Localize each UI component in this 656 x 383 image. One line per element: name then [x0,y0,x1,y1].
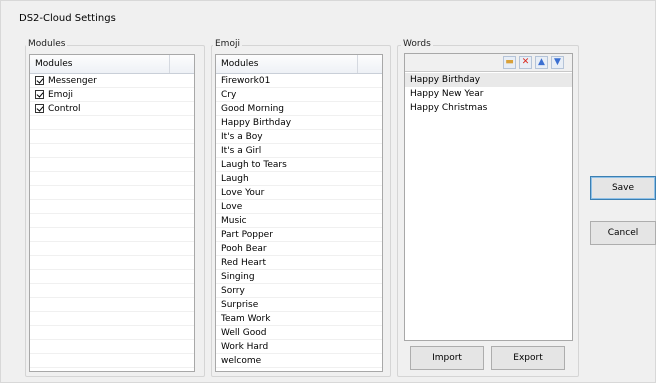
emoji-item[interactable]: Team Work [216,312,382,326]
import-button[interactable]: Import [410,346,484,370]
emoji-group-label: Emoji [213,39,242,49]
settings-window: DS2-Cloud Settings Modules Modules Messe… [0,0,656,383]
empty-row [30,298,194,312]
delete-icon[interactable]: ✕ [519,56,532,69]
emoji-item[interactable]: Laugh to Tears [216,158,382,172]
empty-row [30,116,194,130]
modules-group-label: Modules [26,39,68,49]
emoji-list-header: Modules [216,55,382,74]
empty-row [30,340,194,354]
delete-icon-glyph: ✕ [521,57,530,67]
emoji-rows: Firework01 Cry Good Morning Happy Birthday I… [216,74,382,371]
emoji-item[interactable]: welcome [216,354,382,368]
emoji-item[interactable]: Happy Birthday [216,116,382,130]
empty-row [30,214,194,228]
modules-column-header[interactable]: Modules [30,55,169,73]
window-title: DS2-Cloud Settings [19,13,116,24]
emoji-item[interactable]: Music [216,214,382,228]
words-list[interactable]: ▬ ✕ ▲ ▼ Happy Birthday Happy New Year Happ… [404,53,573,341]
module-checkbox[interactable] [35,90,44,99]
empty-row [30,186,194,200]
word-item[interactable]: Happy Birthday [405,73,572,87]
empty-row [30,158,194,172]
empty-row [30,326,194,340]
emoji-item[interactable]: Firework01 [216,74,382,88]
emoji-item[interactable]: Part Popper [216,228,382,242]
empty-row [30,242,194,256]
move-down-icon-glyph: ▼ [554,57,561,67]
empty-row [30,354,194,368]
empty-row [30,284,194,298]
module-item[interactable]: Emoji [30,88,194,102]
empty-row [30,270,194,284]
emoji-item[interactable]: Sorry [216,284,382,298]
move-down-icon[interactable]: ▼ [551,56,564,69]
emoji-item[interactable]: Love [216,200,382,214]
words-toolbar: ▬ ✕ ▲ ▼ [405,54,572,72]
emoji-item[interactable]: Pooh Bear [216,242,382,256]
emoji-item[interactable]: Love Your [216,186,382,200]
modules-rows: Messenger Emoji Control [30,74,194,371]
empty-row [30,200,194,214]
words-group-label: Words [401,39,433,49]
module-item[interactable]: Control [30,102,194,116]
modules-list[interactable]: Modules Messenger Emoji Control [29,54,195,372]
empty-row [30,228,194,242]
open-folder-icon[interactable]: ▬ [503,56,516,69]
emoji-item[interactable]: Cry [216,88,382,102]
empty-row [30,256,194,270]
module-label: Messenger [48,75,97,86]
emoji-item[interactable]: Well Good [216,326,382,340]
emoji-list[interactable]: Modules Firework01 Cry Good Morning Happy B… [215,54,383,372]
words-rows: Happy Birthday Happy New Year Happy Christ… [405,73,572,340]
save-button[interactable]: Save [590,176,656,200]
module-checkbox[interactable] [35,76,44,85]
word-item[interactable]: Happy Christmas [405,101,572,115]
emoji-column-header[interactable]: Modules [216,55,357,73]
module-label: Control [48,103,81,114]
emoji-item[interactable]: Good Morning [216,102,382,116]
emoji-item[interactable]: It's a Girl [216,144,382,158]
cancel-button[interactable]: Cancel [590,221,656,245]
open-folder-icon-glyph: ▬ [505,57,514,67]
module-item[interactable]: Messenger [30,74,194,88]
empty-row [30,144,194,158]
emoji-item[interactable]: Work Hard [216,340,382,354]
module-label: Emoji [48,89,73,100]
emoji-item[interactable]: Red Heart [216,256,382,270]
emoji-item[interactable]: Surprise [216,298,382,312]
empty-row [30,130,194,144]
emoji-item[interactable]: It's a Boy [216,130,382,144]
emoji-item[interactable]: Laugh [216,172,382,186]
word-item[interactable]: Happy New Year [405,87,572,101]
export-button[interactable]: Export [491,346,565,370]
emoji-item[interactable]: Singing [216,270,382,284]
move-up-icon-glyph: ▲ [538,57,545,67]
move-up-icon[interactable]: ▲ [535,56,548,69]
empty-row [30,312,194,326]
modules-list-header: Modules [30,55,194,74]
empty-row [30,172,194,186]
module-checkbox[interactable] [35,104,44,113]
